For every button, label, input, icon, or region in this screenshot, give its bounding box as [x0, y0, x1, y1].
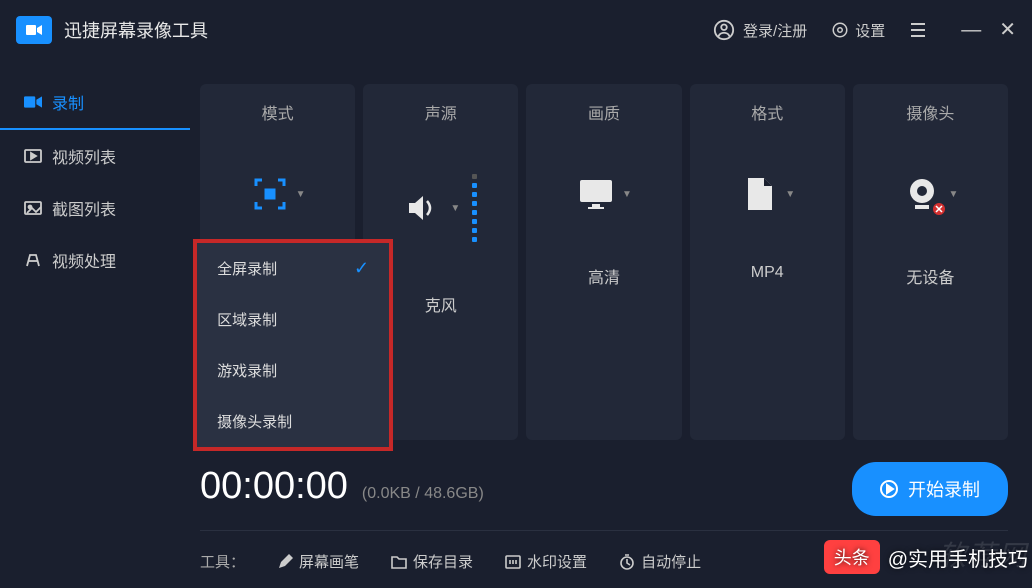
close-button[interactable]: ✕ [999, 20, 1016, 40]
gear-icon [831, 21, 849, 39]
sidebar-item-label: 视频列表 [52, 144, 116, 168]
login-label: 登录/注册 [743, 20, 807, 41]
size-info: (0.0KB / 48.6GB) [362, 485, 484, 503]
folder-icon [391, 554, 407, 570]
audio-selector[interactable]: ▼ [404, 174, 477, 242]
card-title: 画质 [588, 100, 620, 124]
card-value: MP4 [751, 264, 784, 282]
sidebar-item-label: 视频处理 [52, 248, 116, 272]
card-value: 克风 [425, 292, 457, 316]
status-row: 00:00:00 (0.0KB / 48.6GB) 开始录制 [200, 440, 1008, 530]
screenshot-icon [24, 199, 42, 217]
card-title: 格式 [751, 100, 783, 124]
tool-label: 保存目录 [413, 551, 473, 572]
card-title: 模式 [262, 100, 294, 124]
main-area: 模式 ▼ 全屏 全屏录制 ✓ 区域录制 [190, 60, 1032, 588]
minimize-button[interactable]: — [961, 20, 981, 40]
tools-row: 工具： 屏幕画笔 保存目录 水印设置 自动停止 [200, 530, 1008, 572]
pencil-icon [277, 554, 293, 570]
sidebar-item-screenshots[interactable]: 截图列表 [0, 182, 190, 234]
settings-button[interactable]: 设置 [831, 20, 885, 41]
dropdown-label: 区域录制 [217, 309, 277, 330]
login-button[interactable]: 登录/注册 [713, 19, 807, 41]
card-format: 格式 ▼ MP4 [690, 84, 845, 440]
fullscreen-icon [250, 174, 290, 214]
tool-watermark[interactable]: 水印设置 [505, 551, 587, 572]
tool-label: 自动停止 [641, 551, 701, 572]
dropdown-label: 摄像头录制 [217, 411, 292, 432]
card-title: 摄像头 [906, 100, 954, 124]
tool-autostop[interactable]: 自动停止 [619, 551, 701, 572]
sidebar-item-label: 录制 [52, 90, 84, 114]
quality-selector[interactable]: ▼ [576, 174, 632, 214]
card-mode: 模式 ▼ 全屏 全屏录制 ✓ 区域录制 [200, 84, 355, 440]
format-selector[interactable]: ▼ [739, 174, 795, 214]
tool-savedir[interactable]: 保存目录 [391, 551, 473, 572]
settings-label: 设置 [855, 20, 885, 41]
sidebar-item-videos[interactable]: 视频列表 [0, 130, 190, 182]
play-icon [880, 480, 898, 498]
timer-icon [619, 554, 635, 570]
dropdown-item-region[interactable]: 区域录制 [197, 294, 389, 345]
mode-dropdown: 全屏录制 ✓ 区域录制 游戏录制 摄像头录制 [193, 239, 393, 451]
tools-label: 工具： [200, 551, 245, 572]
camera-icon [24, 93, 42, 111]
user-icon [713, 19, 735, 41]
app-title: 迅捷屏幕录像工具 [64, 17, 713, 43]
timer: 00:00:00 [200, 465, 348, 508]
card-quality: 画质 ▼ 高清 [526, 84, 681, 440]
titlebar: 迅捷屏幕录像工具 登录/注册 设置 — ✕ [0, 0, 1032, 60]
webcam-icon [902, 174, 942, 214]
sidebar-item-record[interactable]: 录制 [0, 76, 190, 130]
check-icon: ✓ [354, 258, 369, 279]
tool-label: 屏幕画笔 [299, 551, 359, 572]
dropdown-item-camera[interactable]: 摄像头录制 [197, 396, 389, 447]
card-value: 高清 [588, 264, 620, 288]
card-camera: 摄像头 ▼ 无设备 [853, 84, 1008, 440]
level-indicator [472, 174, 477, 242]
app-logo-icon [16, 16, 52, 44]
speaker-icon [404, 188, 444, 228]
dropdown-label: 全屏录制 [217, 258, 277, 279]
chevron-down-icon: ▼ [785, 189, 795, 200]
dropdown-label: 游戏录制 [217, 360, 277, 381]
camera-selector[interactable]: ▼ [902, 174, 958, 214]
chevron-down-icon: ▼ [622, 189, 632, 200]
start-record-button[interactable]: 开始录制 [852, 462, 1008, 516]
dropdown-item-fullscreen[interactable]: 全屏录制 ✓ [197, 243, 389, 294]
chevron-down-icon: ▼ [450, 203, 460, 214]
mode-selector[interactable]: ▼ [250, 174, 306, 214]
sidebar: 录制 视频列表 截图列表 视频处理 [0, 60, 190, 588]
start-label: 开始录制 [908, 476, 980, 502]
chevron-down-icon: ▼ [296, 189, 306, 200]
monitor-icon [576, 174, 616, 214]
tool-label: 水印设置 [527, 551, 587, 572]
menu-icon [909, 22, 927, 38]
edit-icon [24, 251, 42, 269]
dropdown-item-game[interactable]: 游戏录制 [197, 345, 389, 396]
watermark-icon [505, 554, 521, 570]
tool-brush[interactable]: 屏幕画笔 [277, 551, 359, 572]
sidebar-item-label: 截图列表 [52, 196, 116, 220]
chevron-down-icon: ▼ [948, 189, 958, 200]
card-title: 声源 [425, 100, 457, 124]
file-icon [739, 174, 779, 214]
menu-button[interactable] [909, 22, 927, 38]
error-badge-icon [932, 202, 946, 216]
sidebar-item-processing[interactable]: 视频处理 [0, 234, 190, 286]
card-value: 无设备 [906, 264, 954, 288]
video-list-icon [24, 147, 42, 165]
